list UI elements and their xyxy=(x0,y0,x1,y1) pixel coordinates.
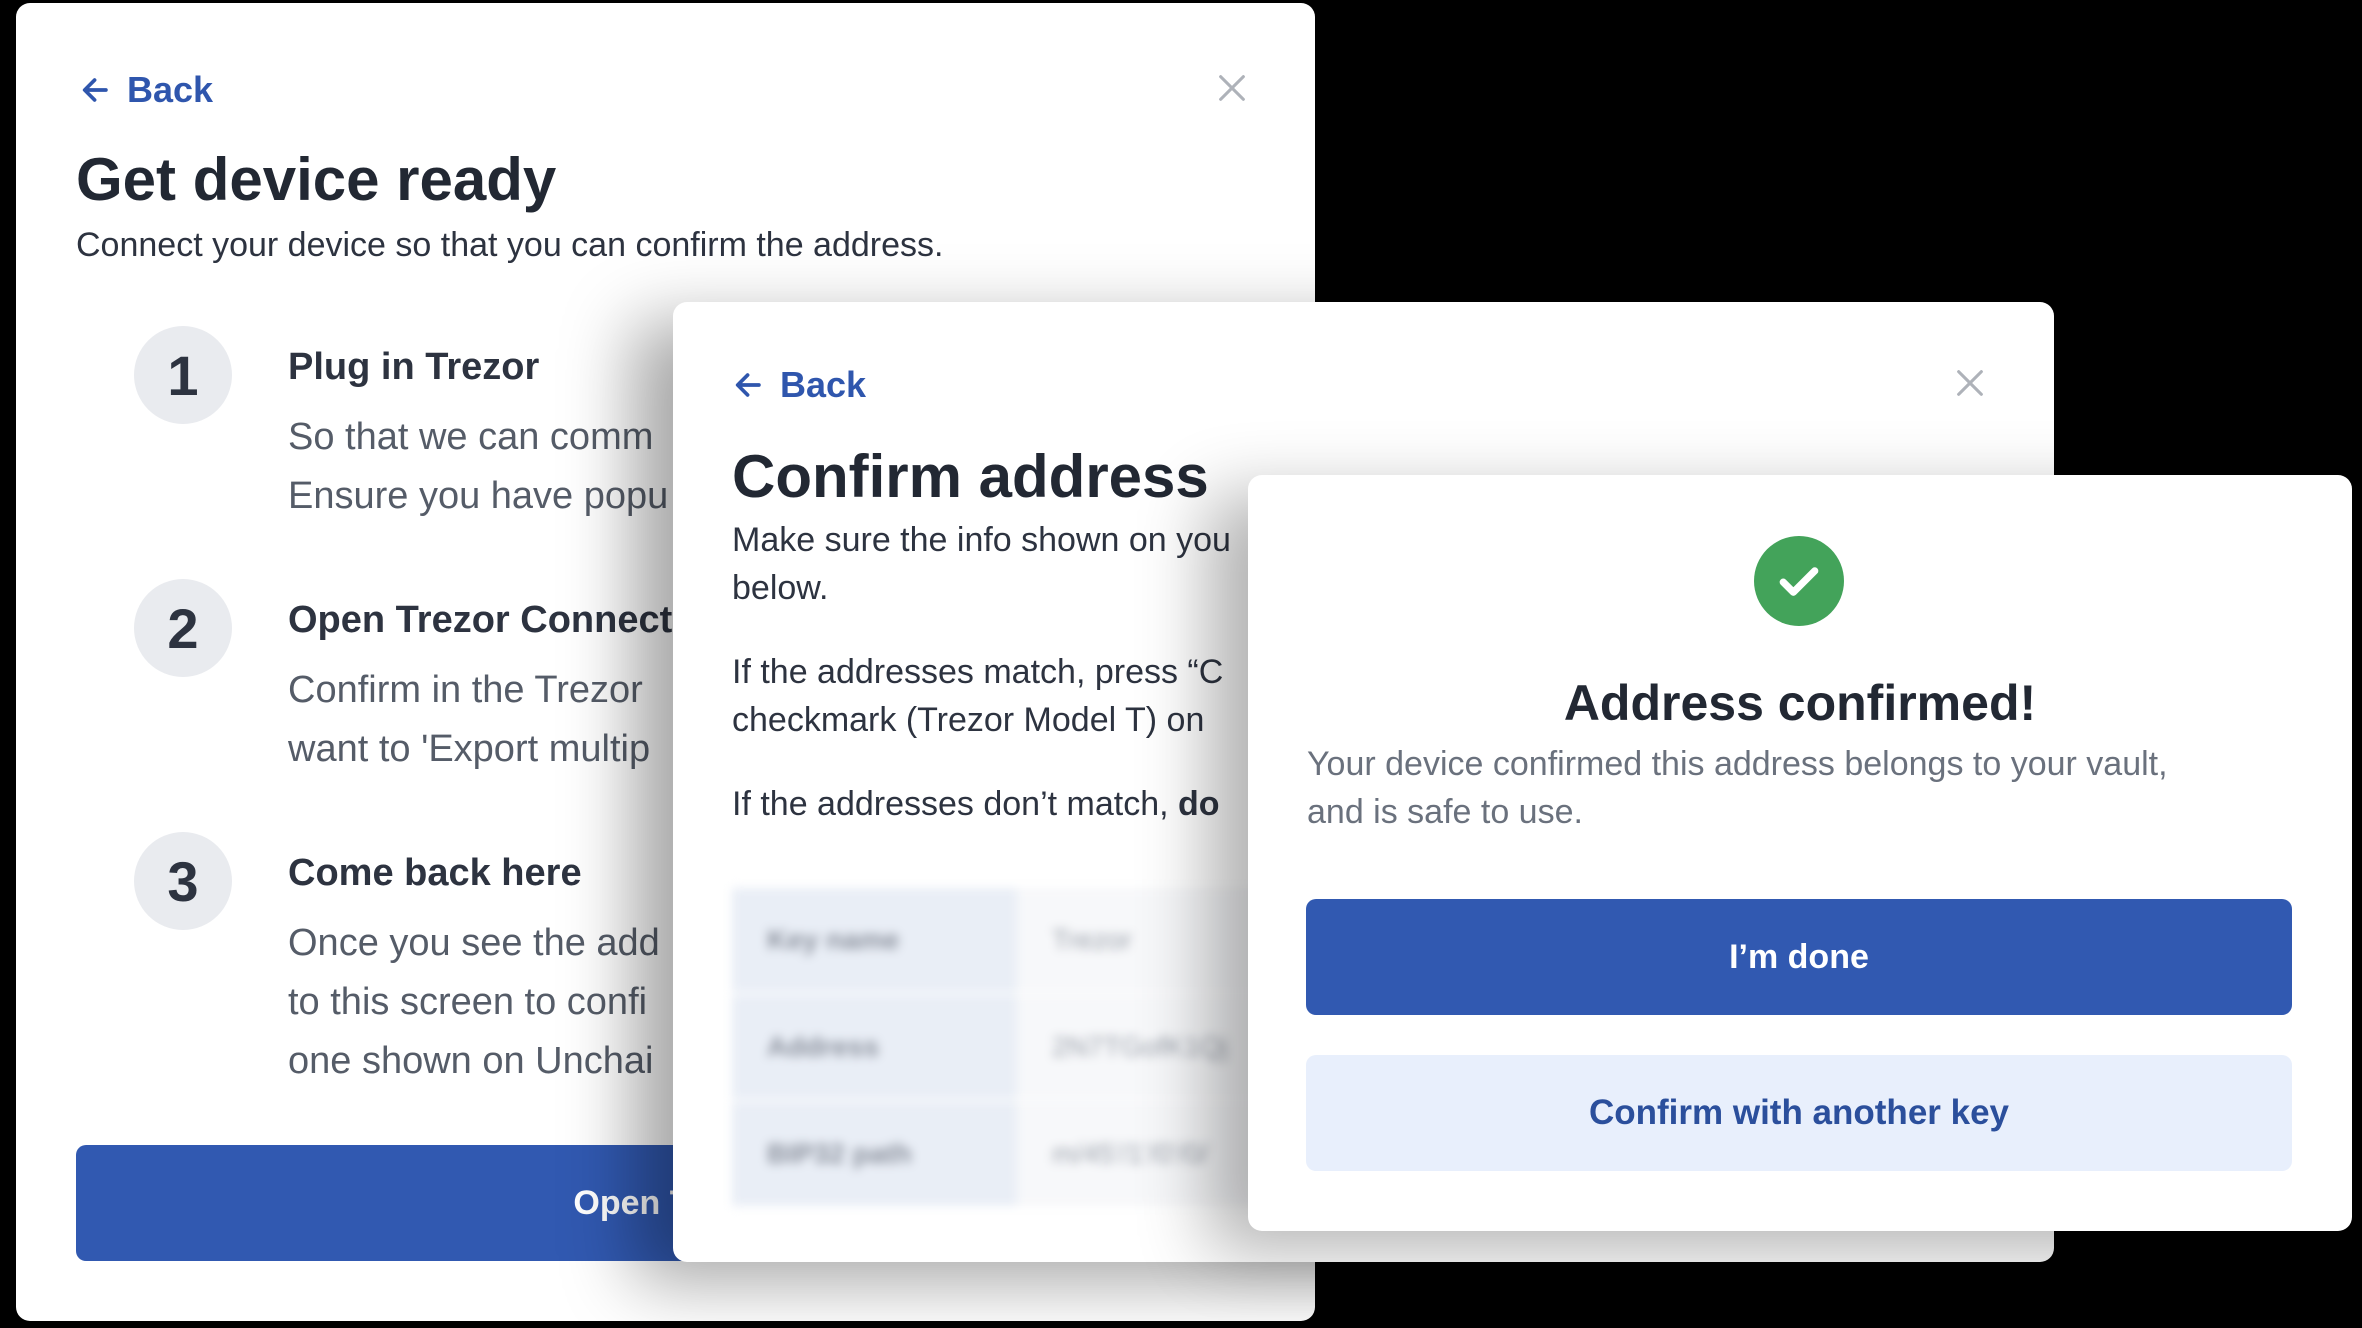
step-title: Plug in Trezor xyxy=(288,346,540,388)
row-key: Key name xyxy=(732,888,1017,992)
back-button[interactable]: Back xyxy=(732,364,866,406)
confirmed-description-line-1: Your device confirmed this address belon… xyxy=(1307,745,2168,783)
page-subtitle: Connect your device so that you can conf… xyxy=(76,226,944,264)
button-label: I’m done xyxy=(1729,937,1869,976)
confirm-with-another-key-button[interactable]: Confirm with another key xyxy=(1306,1055,2292,1171)
intro-line-1: Make sure the info shown on you xyxy=(732,521,1231,559)
close-icon[interactable] xyxy=(1215,71,1249,105)
step-number: 2 xyxy=(134,579,232,677)
back-button[interactable]: Back xyxy=(79,69,213,111)
back-label: Back xyxy=(780,364,867,405)
page-title: Confirm address xyxy=(732,443,1209,510)
match-line-1: If the addresses match, press “C xyxy=(732,653,1224,691)
arrow-left-icon xyxy=(79,73,113,107)
intro-line-2: below. xyxy=(732,569,829,607)
row-key: BIP32 path xyxy=(732,1102,1017,1206)
step-number: 1 xyxy=(134,326,232,424)
button-label: Confirm with another key xyxy=(1588,1093,2010,1132)
mismatch-line: If the addresses don’t match, do xyxy=(732,785,1220,823)
im-done-button[interactable]: I’m done xyxy=(1306,899,2292,1015)
close-icon[interactable] xyxy=(1953,366,1987,400)
step-title: Open Trezor Connect xyxy=(288,599,673,641)
confirmed-title: Address confirmed! xyxy=(1563,675,2037,731)
confirmed-description-line-2: and is safe to use. xyxy=(1307,793,1583,831)
checkmark-icon xyxy=(1754,536,1844,626)
row-key: Address xyxy=(732,995,1017,1099)
step-number: 3 xyxy=(134,832,232,930)
match-line-2: checkmark (Trezor Model T) on xyxy=(732,701,1205,739)
page-title: Get device ready xyxy=(76,146,557,213)
step-title: Come back here xyxy=(288,852,582,894)
back-label: Back xyxy=(127,69,214,110)
address-confirmed-modal: Address confirmed! Your device confirmed… xyxy=(1248,475,2352,1231)
arrow-left-icon xyxy=(732,368,766,402)
